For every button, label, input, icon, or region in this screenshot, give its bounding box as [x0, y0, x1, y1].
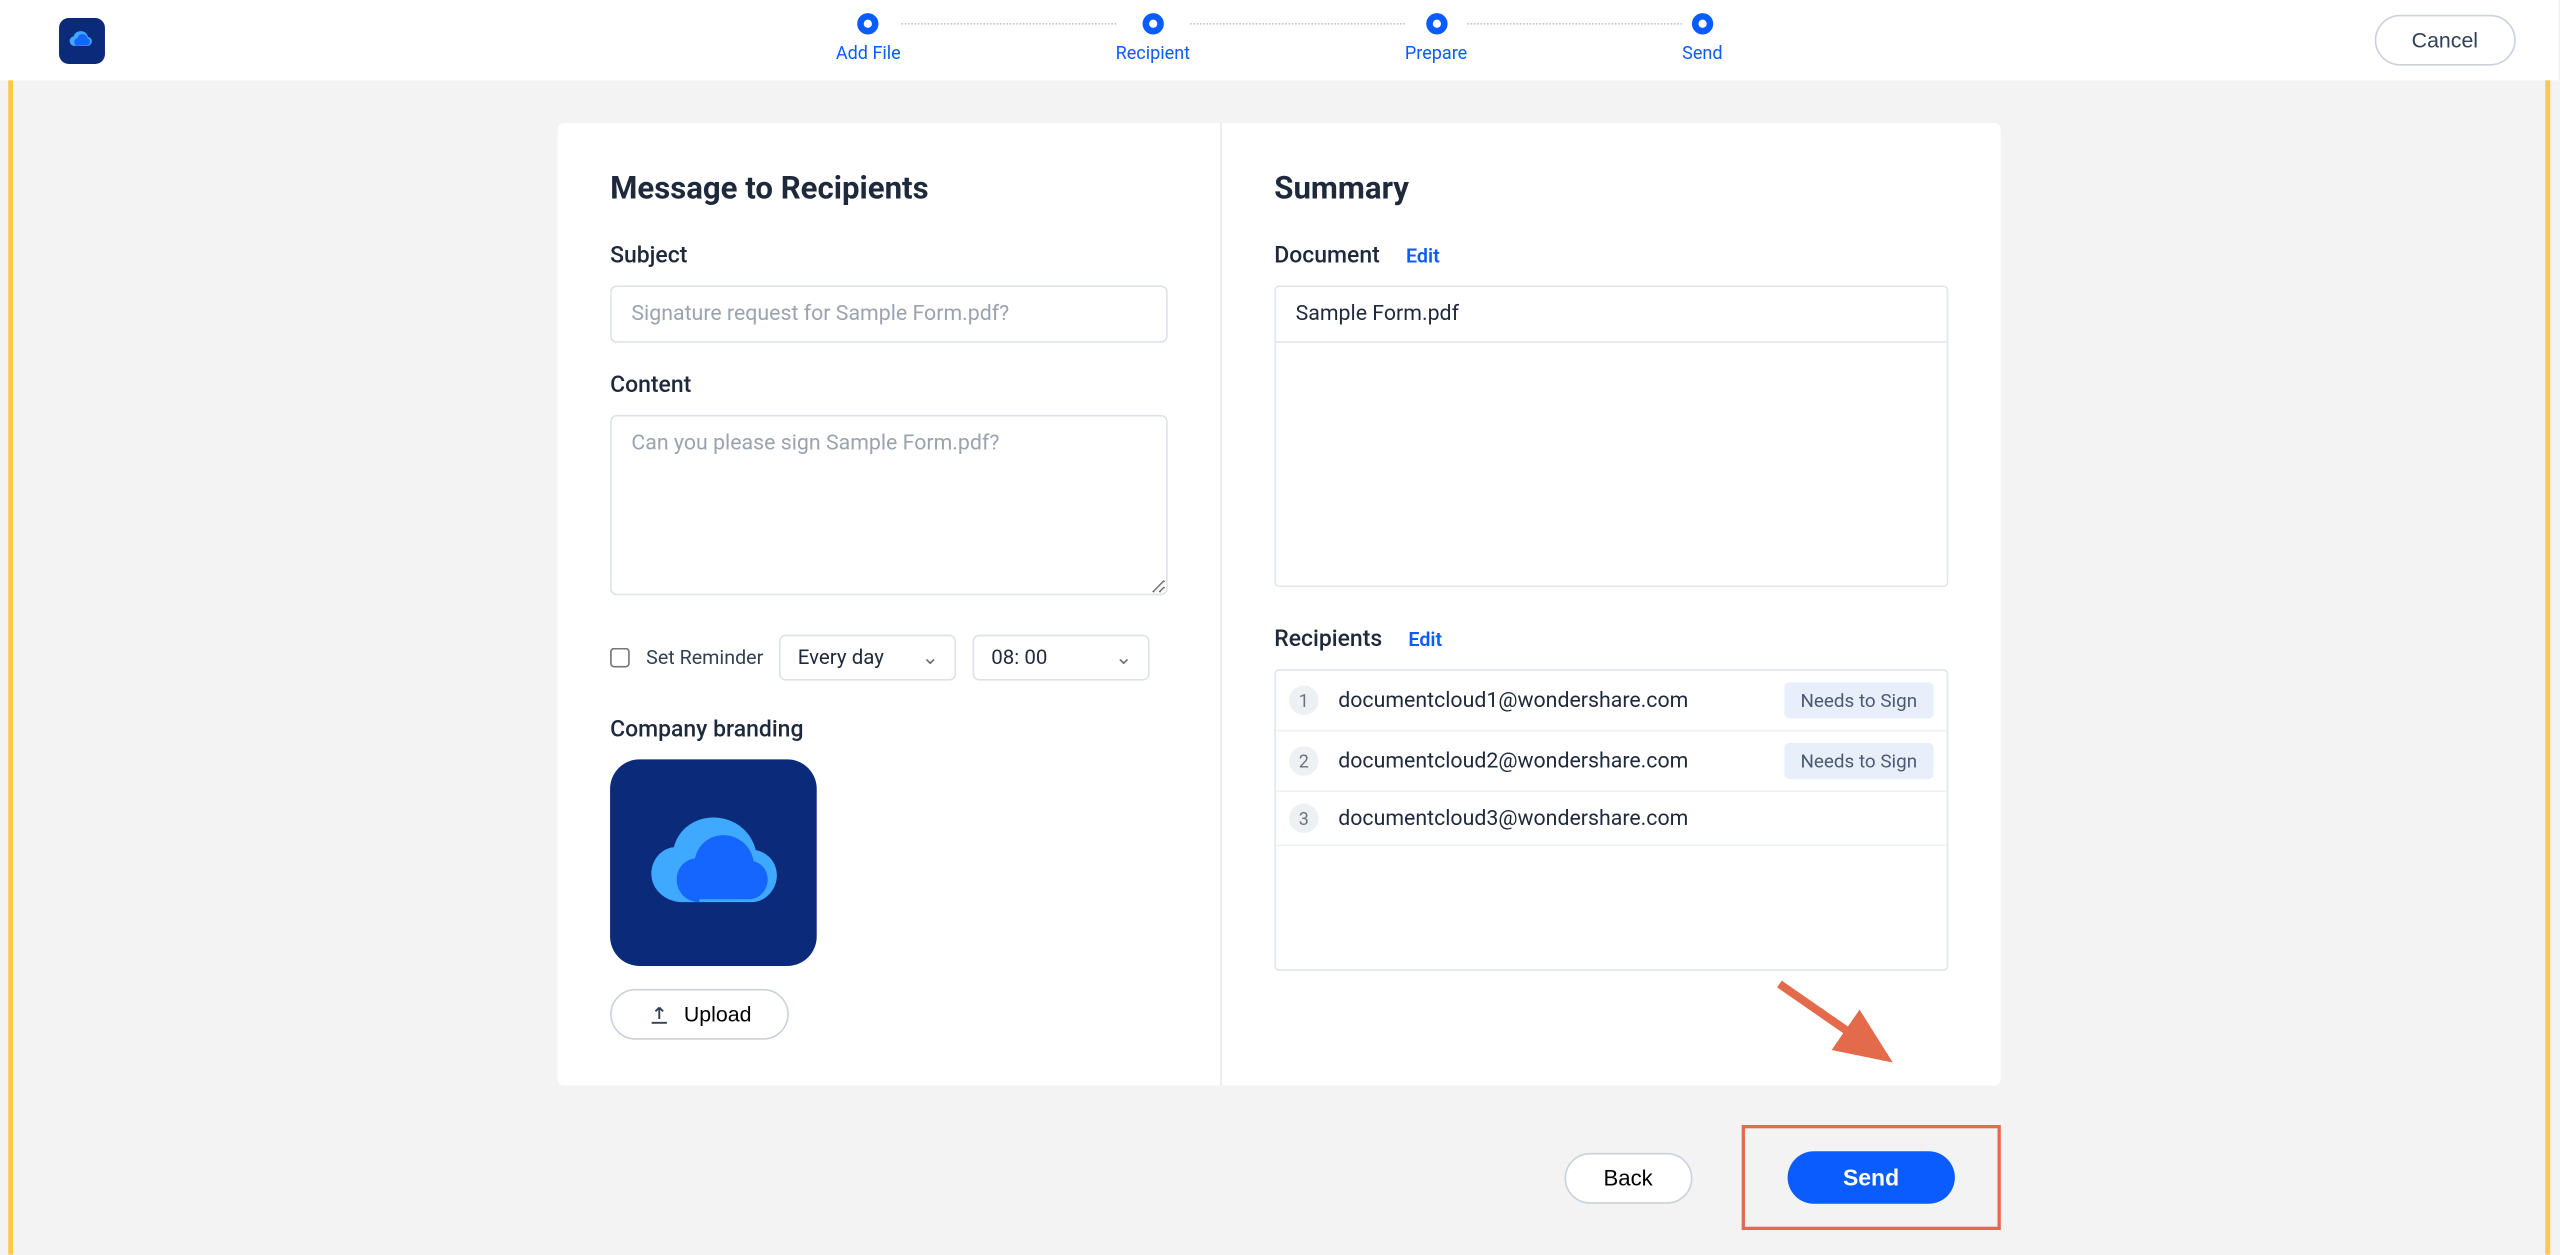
step-recipient[interactable]: Recipient: [1116, 13, 1190, 64]
step-label: Prepare: [1405, 43, 1467, 64]
header: Add File Recipient Prepare Send Cancel: [0, 0, 2558, 80]
step-label: Recipient: [1116, 43, 1190, 64]
step-add-file[interactable]: Add File: [836, 13, 901, 64]
step-label: Send: [1682, 43, 1722, 64]
step-label: Add File: [836, 43, 901, 64]
stepper: Add File Recipient Prepare Send: [836, 13, 1723, 64]
step-prepare[interactable]: Prepare: [1405, 13, 1467, 64]
cloud-icon: [67, 25, 97, 55]
step-send[interactable]: Send: [1682, 13, 1722, 64]
app-logo: [59, 17, 105, 63]
cancel-button[interactable]: Cancel: [2374, 15, 2516, 66]
